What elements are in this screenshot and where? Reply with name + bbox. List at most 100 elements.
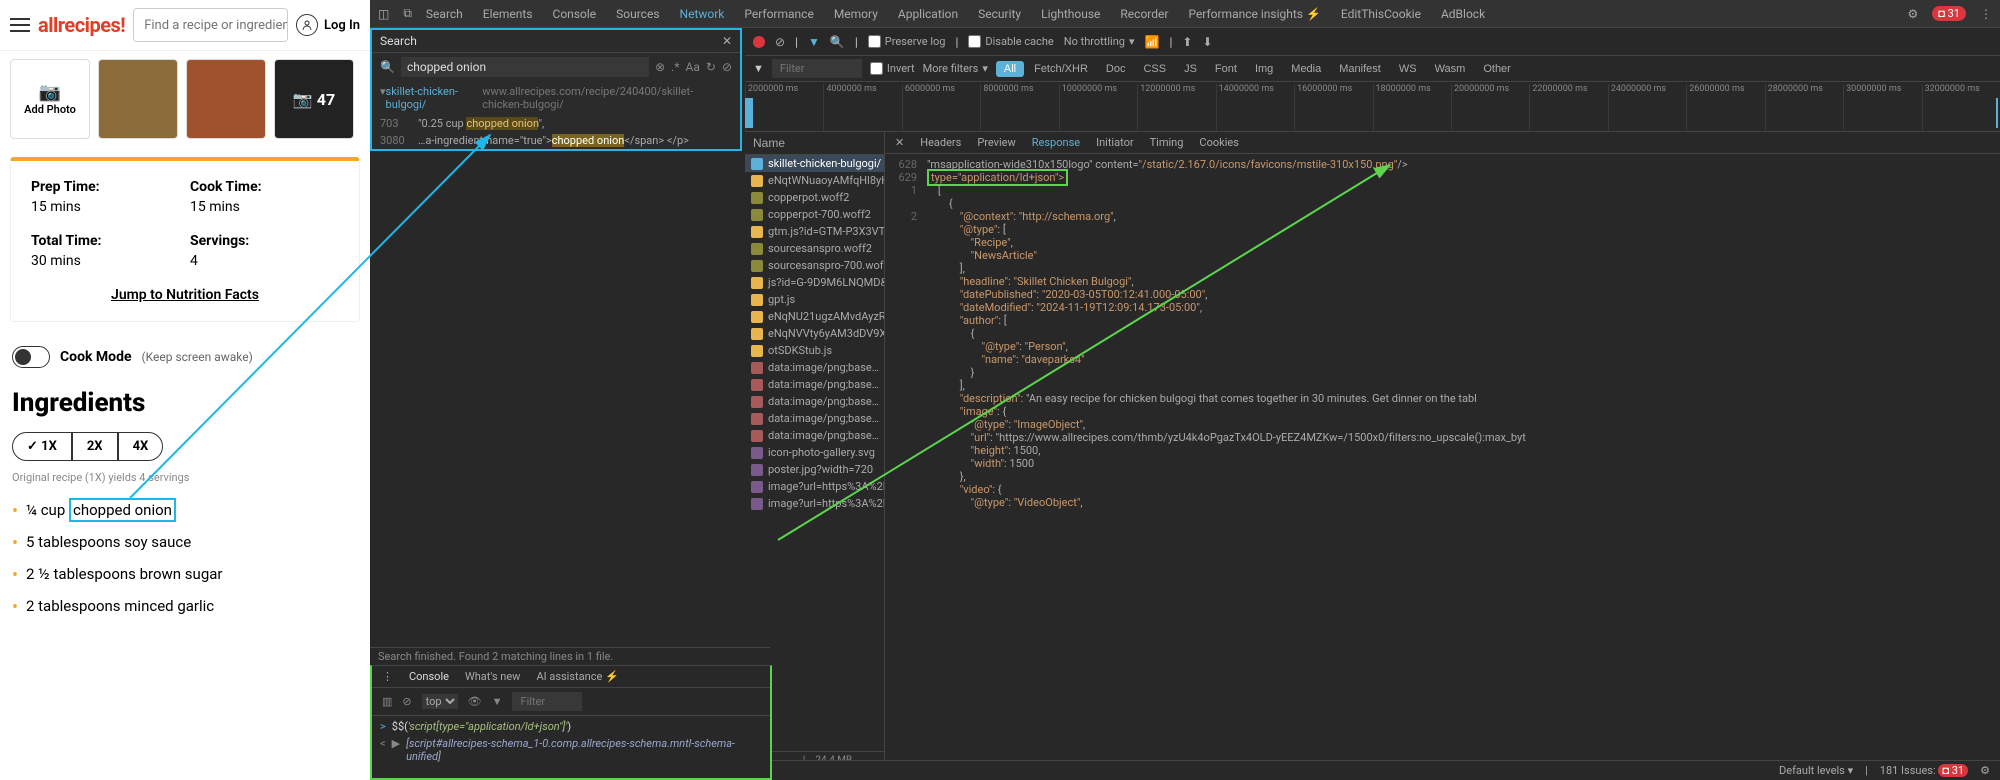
error-count[interactable]: ◘ 31 — [1932, 6, 1966, 21]
request-row[interactable]: data:image/png;base… — [745, 393, 884, 410]
response-tab-preview[interactable]: Preview — [977, 136, 1015, 149]
nutrition-link[interactable]: Jump to Nutrition Facts — [31, 287, 339, 303]
request-row[interactable]: image?url=https%3A%2F%… — [745, 478, 884, 495]
devtools-tab-memory[interactable]: Memory — [834, 7, 878, 21]
console-output[interactable]: >$$('script[type="application/ld+json"]'… — [372, 716, 770, 767]
request-row[interactable]: data:image/png;base… — [745, 376, 884, 393]
name-column-header[interactable]: Name — [745, 132, 884, 155]
cancel-icon[interactable]: ⊘ — [722, 60, 732, 74]
filter-chip-img[interactable]: Img — [1247, 61, 1281, 77]
cook-mode-toggle[interactable] — [12, 346, 50, 368]
network-filter-input[interactable] — [772, 59, 862, 78]
devtools-tab-search[interactable]: Search — [426, 7, 463, 21]
sidebar-icon[interactable]: ▥ — [382, 695, 392, 708]
filter-chip-fetch/xhr[interactable]: Fetch/XHR — [1026, 61, 1096, 77]
devtools-tab-recorder[interactable]: Recorder — [1120, 7, 1168, 21]
invert-checkbox[interactable]: Invert — [870, 62, 915, 75]
request-row[interactable]: eNqNU21ugzAMvdAyzRN0… — [745, 308, 884, 325]
devtools-tab-performance-insights-[interactable]: Performance insights ⚡ — [1188, 7, 1320, 21]
eye-icon[interactable]: 👁 — [468, 695, 482, 708]
request-row[interactable]: copperpot-700.woff2 — [745, 206, 884, 223]
devtools-tab-performance[interactable]: Performance — [744, 7, 813, 21]
filter-chip-ws[interactable]: WS — [1391, 61, 1425, 77]
recipe-photo-1[interactable] — [98, 59, 178, 139]
response-code[interactable]: 628"msapplication-wide310x150logo" conte… — [885, 154, 2000, 762]
ai-tab[interactable]: AI assistance ⚡ — [536, 670, 618, 683]
inspect-icon[interactable]: ◫ — [378, 7, 389, 21]
devtools-tab-security[interactable]: Security — [978, 7, 1021, 21]
response-tab-response[interactable]: Response — [1032, 136, 1080, 149]
device-icon[interactable]: ⧉ — [403, 6, 412, 21]
filter-chip-media[interactable]: Media — [1283, 61, 1329, 77]
upload-icon[interactable]: ⬆ — [1182, 35, 1192, 49]
devtools-tab-elements[interactable]: Elements — [483, 7, 533, 21]
settings-icon[interactable]: ⚙ — [1907, 7, 1918, 21]
devtools-tab-console[interactable]: Console — [553, 7, 597, 21]
regex-toggle[interactable]: .* — [671, 60, 679, 74]
search-result-line[interactable]: 3080 …a-ingredient-name="true">chopped o… — [372, 132, 740, 149]
levels-select[interactable]: Default levels ▾ — [1779, 764, 1853, 777]
devtools-tab-lighthouse[interactable]: Lighthouse — [1041, 7, 1100, 21]
request-row[interactable]: otSDKStub.js — [745, 342, 884, 359]
multiplier-1x[interactable]: 1X — [12, 432, 72, 461]
issues-link[interactable]: 181 Issues: ◘ 31 — [1880, 764, 1968, 777]
download-icon[interactable]: ⬇ — [1202, 35, 1212, 49]
request-row[interactable]: eNqNVVty6yAM3dDV9XQN… — [745, 325, 884, 342]
recipe-photo-more[interactable]: 📷 47 — [274, 59, 354, 139]
filter-chip-all[interactable]: All — [996, 61, 1024, 77]
request-row[interactable]: gtm.js?id=GTM-P3X3VT7 — [745, 223, 884, 240]
case-toggle[interactable]: Aa — [686, 60, 700, 74]
request-row[interactable]: data:image/png;base… — [745, 359, 884, 376]
filter-chip-css[interactable]: CSS — [1135, 61, 1174, 77]
request-row[interactable]: copperpot.woff2 — [745, 189, 884, 206]
context-select[interactable]: top — [422, 694, 458, 709]
request-row[interactable]: poster.jpg?width=720 — [745, 461, 884, 478]
recipe-search-input[interactable] — [134, 9, 288, 41]
devtools-tab-adblock[interactable]: AdBlock — [1441, 7, 1485, 21]
request-row[interactable]: sourcesanspro.woff2 — [745, 240, 884, 257]
devtools-tab-network[interactable]: Network — [680, 7, 725, 21]
search-result-file[interactable]: ▾ skillet-chicken-bulgogi/ www.allrecipe… — [372, 81, 740, 115]
clear-console-icon[interactable]: ⊘ — [402, 695, 411, 708]
response-tab-initiator[interactable]: Initiator — [1096, 136, 1134, 149]
filter-chip-other[interactable]: Other — [1475, 61, 1519, 77]
record-button[interactable] — [753, 36, 765, 48]
response-tab-headers[interactable]: Headers — [920, 136, 961, 149]
clear-icon[interactable]: ⊘ — [775, 35, 785, 49]
waterfall-overview[interactable]: 2000000 ms4000000 ms6000000 ms8000000 ms… — [745, 82, 2000, 132]
site-logo[interactable]: allrecipes! — [38, 13, 125, 37]
request-row[interactable]: gpt.js — [745, 291, 884, 308]
request-row[interactable]: data:image/png;base… — [745, 410, 884, 427]
devtools-tab-sources[interactable]: Sources — [616, 7, 659, 21]
devtools-tab-editthiscookie[interactable]: EditThisCookie — [1341, 7, 1421, 21]
search-panel-input[interactable] — [401, 57, 649, 77]
close-icon[interactable]: ✕ — [895, 136, 904, 149]
wifi-icon[interactable]: 📶 — [1145, 35, 1160, 49]
drawer-menu-icon[interactable]: ⋮ — [382, 670, 393, 683]
request-row[interactable]: eNqtWNuaoyAMfqHl8yH2d… — [745, 172, 884, 189]
settings-icon[interactable]: ⚙ — [1980, 764, 1990, 777]
filter-chip-wasm[interactable]: Wasm — [1427, 61, 1474, 77]
console-filter[interactable] — [512, 692, 582, 711]
devtools-tab-application[interactable]: Application — [898, 7, 958, 21]
filter-chip-doc[interactable]: Doc — [1098, 61, 1134, 77]
hamburger-icon[interactable] — [10, 18, 30, 32]
more-icon[interactable]: ⋮ — [1980, 7, 1992, 21]
request-row[interactable]: data:image/png;base… — [745, 427, 884, 444]
console-tab[interactable]: Console — [409, 670, 449, 683]
multiplier-4x[interactable]: 4X — [118, 432, 164, 461]
search-icon[interactable]: 🔍 — [830, 35, 845, 49]
filter-icon[interactable]: ▼ — [808, 35, 820, 49]
disable-cache-checkbox[interactable]: Disable cache — [968, 35, 1053, 48]
request-row[interactable]: sourcesanspro-700.woff2 — [745, 257, 884, 274]
preserve-log-checkbox[interactable]: Preserve log — [868, 35, 946, 48]
throttling-select[interactable]: No throttling ▾ — [1064, 35, 1135, 48]
filter-chip-js[interactable]: JS — [1176, 61, 1205, 77]
close-icon[interactable]: ✕ — [722, 34, 732, 48]
more-filters[interactable]: More filters ▾ — [923, 62, 988, 75]
whatsnew-tab[interactable]: What's new — [465, 670, 520, 683]
refresh-icon[interactable]: ↻ — [706, 60, 716, 74]
response-tab-cookies[interactable]: Cookies — [1199, 136, 1238, 149]
add-photo-button[interactable]: 📷 Add Photo — [10, 59, 90, 139]
filter-chip-font[interactable]: Font — [1207, 61, 1245, 77]
